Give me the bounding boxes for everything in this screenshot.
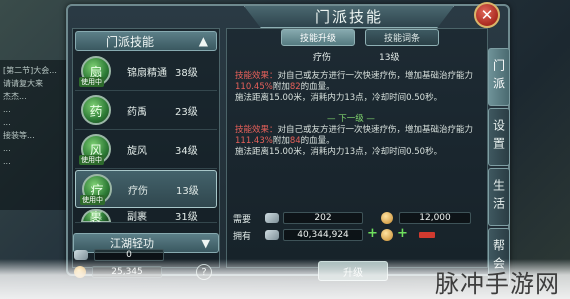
need-row: 需要 202 12,000 xyxy=(233,212,483,226)
skill-row[interactable]: 裹 副裹 31级 xyxy=(75,209,217,223)
own-row: 拥有 40,344,924 + + xyxy=(233,226,483,243)
detail-skill-name: 疗伤 xyxy=(313,53,332,63)
skill-row-selected[interactable]: 疗 使用中 疗伤 13级 xyxy=(75,170,217,208)
coin-icon xyxy=(381,229,393,241)
skill-list: 门派技能 ▲ 扇 使用中 锦扇精通 38级 药 药禹 23级 风 使用中 旋风 … xyxy=(72,28,220,268)
chevron-up-icon: ▲ xyxy=(198,34,208,48)
skill-list-header[interactable]: 门派技能 ▲ xyxy=(75,31,217,51)
own-stone-value: 40,344,924 xyxy=(283,229,363,241)
chat-line: [第二节]大会... xyxy=(3,66,57,75)
stone-icon xyxy=(265,230,279,240)
side-tab-sect[interactable]: 门派 xyxy=(488,48,510,106)
side-tab-life[interactable]: 生活 xyxy=(488,168,510,226)
gem-icon xyxy=(74,250,88,260)
next-level-label: — 下一级 — xyxy=(327,114,375,124)
skill-name: 疗伤 xyxy=(128,185,148,197)
chat-line: ... xyxy=(3,105,11,114)
resource-top-value: 0 xyxy=(94,249,164,261)
in-use-badge: 使用中 xyxy=(79,155,104,165)
skill-wrap-icon: 裹 xyxy=(81,209,111,222)
panel-title: 门派技能 xyxy=(244,6,454,28)
watermark-text: 脉冲手游网 xyxy=(435,270,560,298)
upgrade-button[interactable]: 升级 xyxy=(318,261,388,281)
resource-bottom-value: 25,345 xyxy=(92,266,162,278)
coin-icon xyxy=(74,266,86,278)
tab-skill-entries[interactable]: 技能词条 xyxy=(365,29,439,46)
tab-skill-upgrade[interactable]: 技能升级 xyxy=(281,29,355,46)
chat-line: 杰杰... xyxy=(3,92,27,101)
skill-name: 旋风 xyxy=(127,146,147,157)
skill-medicine-icon: 药 xyxy=(81,95,111,125)
insufficient-bar xyxy=(419,232,435,238)
need-coin-value: 12,000 xyxy=(399,212,471,224)
chat-line: ... xyxy=(3,118,11,127)
resource-bottom: 25,345 xyxy=(74,265,162,279)
in-use-badge: 使用中 xyxy=(80,195,105,205)
in-use-badge: 使用中 xyxy=(79,77,104,87)
chat-line: ... xyxy=(3,157,11,166)
chat-line: 请请复大来 xyxy=(3,79,43,88)
skill-level: 38级 xyxy=(175,68,198,79)
chat-line: 接装等... xyxy=(3,131,35,140)
detail-tabs: 技能升级 技能词条 xyxy=(281,29,439,46)
need-stone-value: 202 xyxy=(283,212,363,224)
next-effect-text: 技能效果：对自己或友方进行一次快速疗伤，增加基础治疗能力111.43%附加84的… xyxy=(235,125,474,157)
side-tab-settings[interactable]: 设置 xyxy=(488,108,510,166)
current-effect-text: 技能效果：对自己或友方进行一次快速疗伤，增加基础治疗能力110.45%附加82的… xyxy=(235,71,474,103)
skill-name: 药禹 xyxy=(127,107,147,118)
skill-name: 副裹 xyxy=(127,212,147,223)
skill-level: 13级 xyxy=(176,185,199,197)
skill-list-header-label: 门派技能 xyxy=(106,34,155,49)
skill-level: 31级 xyxy=(175,212,198,223)
detail-skill-level: 13级 xyxy=(379,53,400,63)
chat-line: ... xyxy=(3,144,11,153)
chat-strip: [第二节]大会... 请请复大来 杰杰... ... ... 接装等... ..… xyxy=(0,60,66,210)
skill-level: 23级 xyxy=(175,107,198,118)
close-icon: ✕ xyxy=(480,6,494,24)
skill-row[interactable]: 扇 使用中 锦扇精通 38级 xyxy=(75,53,217,91)
help-icon[interactable]: ? xyxy=(196,264,212,280)
need-label: 需要 xyxy=(233,215,252,225)
skill-level: 34级 xyxy=(175,146,198,157)
coin-icon xyxy=(381,212,393,224)
stone-icon xyxy=(265,213,279,223)
detail-heading: 疗伤 13级 xyxy=(227,50,487,66)
skill-detail: 技能升级 技能词条 疗伤 13级 技能效果：对自己或友方进行一次快速疗伤，增加基… xyxy=(226,28,488,268)
add-stone-icon[interactable]: + xyxy=(367,226,378,241)
chevron-down-icon: ▼ xyxy=(201,236,210,250)
close-button[interactable]: ✕ xyxy=(474,2,500,28)
add-coin-icon[interactable]: + xyxy=(397,226,408,241)
skill-row[interactable]: 风 使用中 旋风 34级 xyxy=(75,131,217,169)
resource-top: 0 xyxy=(74,248,164,262)
skill-name: 锦扇精通 xyxy=(127,68,167,79)
skill-row[interactable]: 药 药禹 23级 xyxy=(75,92,217,130)
side-tabs: 门派 设置 生活 帮会 xyxy=(488,48,512,288)
own-label: 拥有 xyxy=(233,232,252,242)
